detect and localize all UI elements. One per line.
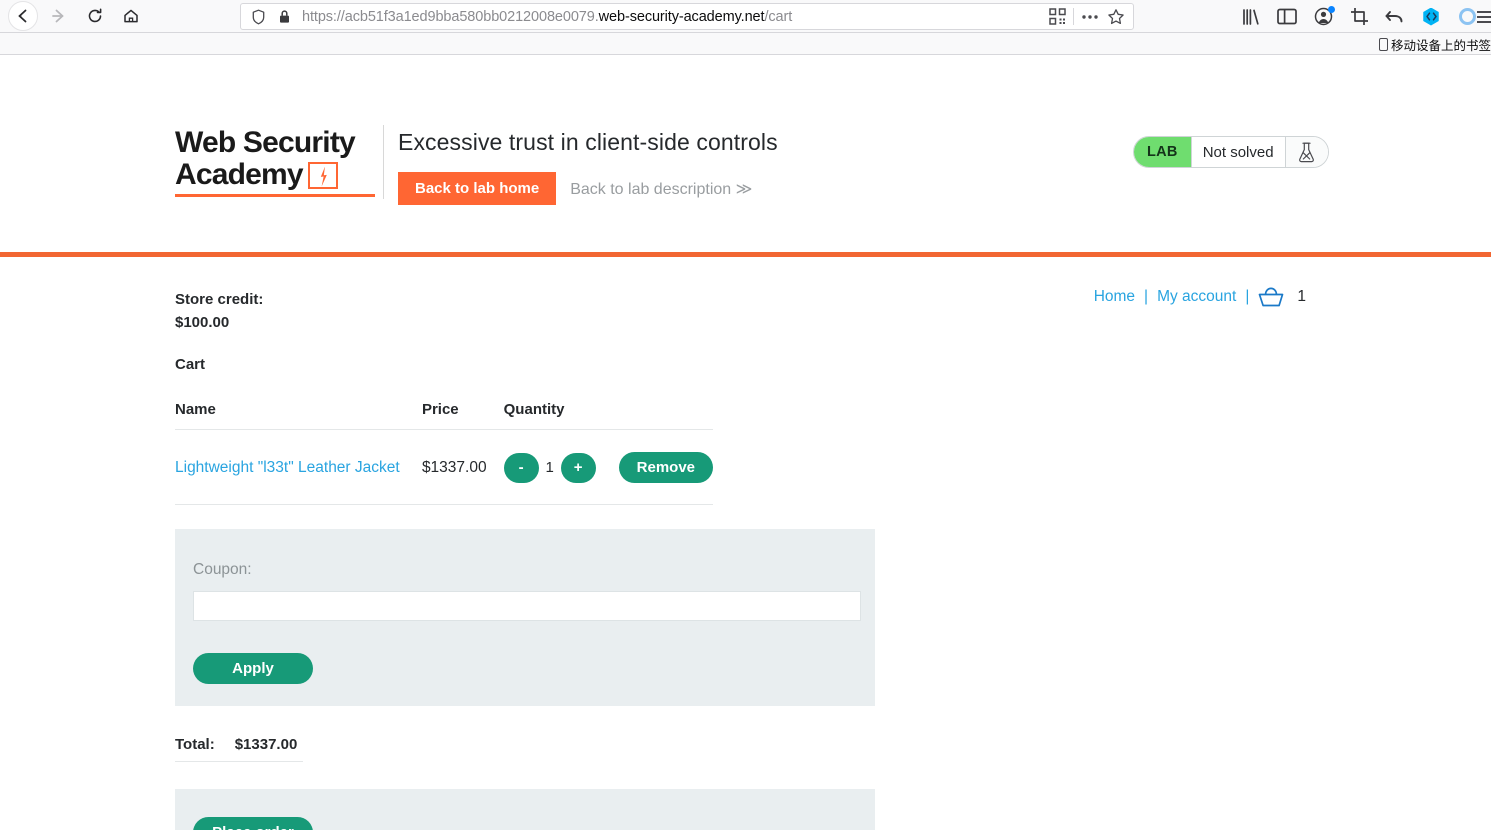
place-order-button[interactable]: Place order xyxy=(193,817,313,830)
lab-status-text: Not solved xyxy=(1190,137,1286,167)
bookmark-mobile-bookmarks[interactable]: 移动设备上的书签 xyxy=(1378,35,1491,54)
apply-coupon-button[interactable]: Apply xyxy=(193,653,313,684)
home-button[interactable] xyxy=(116,1,146,31)
basket-icon[interactable] xyxy=(1258,287,1284,307)
coupon-label: Coupon: xyxy=(193,561,252,578)
back-to-lab-home-button[interactable]: Back to lab home xyxy=(398,172,557,205)
lab-header: Web Security Academy Excessive trust in … xyxy=(0,55,1491,257)
nav-separator-2: | xyxy=(1245,288,1250,305)
table-row: Lightweight "l33t" Leather Jacket $1337.… xyxy=(175,429,713,505)
shop-navigation: Home | My account | 1 xyxy=(1094,287,1306,307)
logo-underline xyxy=(175,194,375,197)
screenshot-icon[interactable] xyxy=(1348,6,1370,28)
browser-toolbar-icons xyxy=(1240,0,1491,33)
hamburger-menu-icon[interactable] xyxy=(1477,10,1491,23)
address-bar[interactable]: https://acb51f3a1ed9bba580bb0212008e0079… xyxy=(240,3,1134,30)
lab-nav-links: Back to lab home Back to lab description… xyxy=(398,172,752,205)
page-title: Excessive trust in client-side controls xyxy=(398,129,778,155)
lab-badge: LAB xyxy=(1134,137,1191,167)
coupon-panel: Coupon: Apply xyxy=(175,529,875,706)
logo-line-1: Web Security xyxy=(175,126,356,159)
flask-icon xyxy=(1285,137,1328,167)
quantity-value: 1 xyxy=(545,459,554,476)
cart-item-link[interactable]: Lightweight "l33t" Leather Jacket xyxy=(175,459,400,476)
sidebar-icon[interactable] xyxy=(1276,6,1298,28)
cart-table-header-row: Name Price Quantity xyxy=(175,401,713,430)
remove-item-button[interactable]: Remove xyxy=(618,452,713,483)
back-button[interactable] xyxy=(8,1,38,31)
cart-total: Total: $1337.00 xyxy=(175,736,303,762)
urlbar-divider xyxy=(1073,8,1074,25)
bookmarks-bar: 移动设备上的书签 xyxy=(0,33,1491,55)
place-order-panel: Place order xyxy=(175,789,875,830)
lightning-bolt-icon xyxy=(307,161,338,189)
coupon-input[interactable] xyxy=(193,591,861,621)
mobile-device-icon xyxy=(1378,38,1388,51)
decrement-quantity-button[interactable]: - xyxy=(503,452,539,483)
lab-status-widget[interactable]: LAB Not solved xyxy=(1133,136,1329,168)
web-security-academy-logo[interactable]: Web Security Academy xyxy=(175,127,379,197)
shop-section: Home | My account | 1 Store credit: $100… xyxy=(0,257,1491,830)
bookmark-star-icon[interactable] xyxy=(1103,5,1129,29)
page-actions-icon[interactable] xyxy=(1077,5,1103,29)
logo-line-2: Academy xyxy=(175,159,379,191)
column-header-name: Name xyxy=(175,401,422,430)
cart-heading: Cart xyxy=(175,356,206,373)
nav-separator-1: | xyxy=(1144,288,1149,305)
url-path: /cart xyxy=(764,8,793,25)
page-content: Web Security Academy Excessive trust in … xyxy=(0,55,1491,830)
cart-item-price: $1337.00 xyxy=(421,429,504,505)
navigation-buttons xyxy=(0,1,146,31)
store-credit-value: $100.00 xyxy=(175,313,230,331)
url-domain: web-security-academy.net xyxy=(598,8,765,25)
forward-button[interactable] xyxy=(44,1,74,31)
library-icon[interactable] xyxy=(1240,6,1262,28)
increment-quantity-button[interactable]: + xyxy=(560,452,596,483)
url-scheme: https:// xyxy=(302,8,345,25)
account-icon[interactable] xyxy=(1312,5,1335,28)
url-text[interactable]: https://acb51f3a1ed9bba580bb0212008e0079… xyxy=(297,9,1044,25)
logo-line-2-text: Academy xyxy=(175,158,304,191)
undo-icon[interactable] xyxy=(1384,6,1406,28)
column-header-quantity: Quantity xyxy=(503,401,713,430)
nav-my-account-link[interactable]: My account xyxy=(1157,288,1236,306)
back-to-lab-description-link[interactable]: Back to lab description ≫ xyxy=(570,179,752,199)
nav-home-link[interactable]: Home xyxy=(1094,288,1135,306)
cart-table: Name Price Quantity Lightweight "l33t" L… xyxy=(175,401,713,505)
total-value: $1337.00 xyxy=(234,736,298,753)
bookmark-label: 移动设备上的书签 xyxy=(1390,39,1491,53)
cart-item-quantity-cell: -1 + Remove xyxy=(503,429,713,505)
extension-hexagon-icon[interactable] xyxy=(1420,6,1442,28)
account-notification-dot xyxy=(1328,5,1335,13)
sync-circle-icon[interactable] xyxy=(1456,6,1478,28)
reload-button[interactable] xyxy=(80,1,110,31)
cart-item-name-cell: Lightweight "l33t" Leather Jacket xyxy=(175,429,422,505)
cart-content: Store credit: $100.00 Cart Name Price Qu… xyxy=(0,257,1491,830)
shield-icon[interactable] xyxy=(245,5,271,29)
header-divider xyxy=(383,125,384,199)
column-header-price: Price xyxy=(421,401,504,430)
browser-toolbar: https://acb51f3a1ed9bba580bb0212008e0079… xyxy=(0,0,1491,33)
basket-item-count: 1 xyxy=(1297,288,1306,305)
total-label: Total: xyxy=(175,736,215,753)
url-subdomain: acb51f3a1ed9bba580bb0212008e0079. xyxy=(344,8,599,25)
lock-icon[interactable] xyxy=(271,5,297,29)
qr-code-icon[interactable] xyxy=(1044,5,1070,29)
